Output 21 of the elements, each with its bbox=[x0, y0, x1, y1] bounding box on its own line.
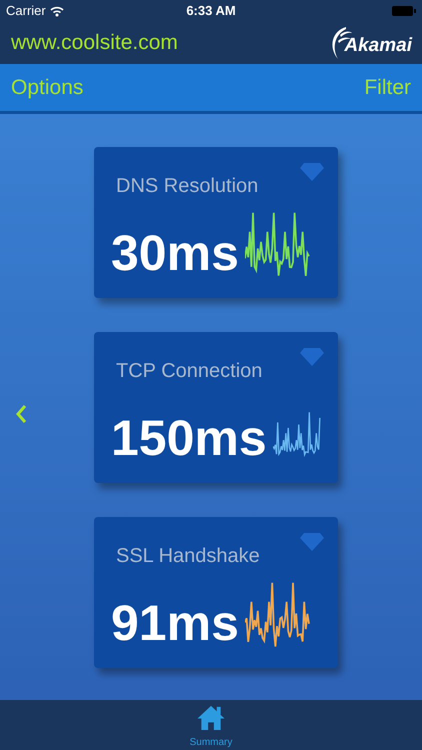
diamond-icon bbox=[300, 348, 324, 366]
battery-icon bbox=[392, 6, 416, 16]
metric-title: DNS Resolution bbox=[115, 174, 260, 199]
metric-value: 150ms bbox=[111, 409, 267, 468]
tab-item[interactable]: Summary bbox=[188, 700, 234, 750]
site-title: www.coolsite.com bbox=[11, 30, 178, 56]
metric-value: 30ms bbox=[111, 224, 239, 283]
logo-text: Akamai bbox=[344, 34, 412, 58]
clock-label: 6:33 AM bbox=[186, 2, 236, 20]
metric-value: 91ms bbox=[111, 594, 239, 653]
diamond-icon bbox=[300, 163, 324, 181]
metric-card[interactable]: TCP Connection 150ms bbox=[94, 332, 338, 483]
metric-card[interactable]: SSL Handshake 91ms bbox=[94, 517, 338, 668]
back-chevron-icon[interactable] bbox=[15, 404, 27, 424]
metric-card[interactable]: DNS Resolution 30ms bbox=[94, 147, 338, 298]
home-icon bbox=[196, 704, 226, 731]
wifi-icon bbox=[50, 6, 64, 16]
diamond-icon bbox=[300, 533, 324, 551]
metric-title: SSL Handshake bbox=[115, 544, 261, 569]
metric-title: TCP Connection bbox=[115, 359, 264, 384]
carrier-label: Carrier bbox=[6, 2, 46, 20]
